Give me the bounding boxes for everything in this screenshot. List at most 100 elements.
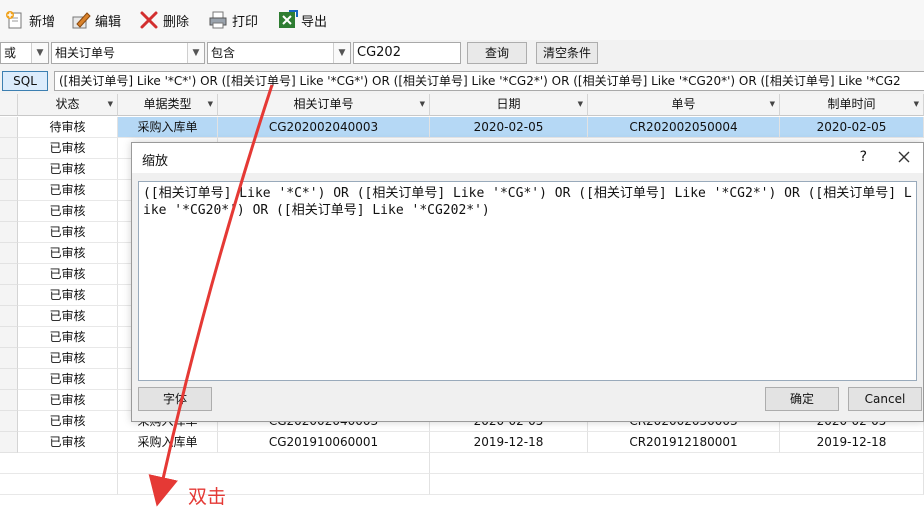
cell-doc-no[interactable]: CR201912180001 <box>588 432 780 453</box>
sort-arrow-icon: ▼ <box>107 100 113 108</box>
new-document-icon <box>6 11 22 29</box>
cell-type[interactable]: 采购入库单 <box>118 117 218 138</box>
search-input[interactable]: CG202 <box>353 42 461 64</box>
toolbar: 新增 编辑 删除 打印 导出 <box>0 0 924 41</box>
close-icon[interactable] <box>893 146 915 168</box>
cell-status[interactable]: 已审核 <box>18 369 118 390</box>
row-header[interactable] <box>0 117 18 138</box>
add-label: 新增 <box>29 14 56 30</box>
row-header[interactable] <box>0 369 18 390</box>
annotation-label: 双击 <box>188 486 227 508</box>
row-header[interactable] <box>0 432 18 453</box>
cell-status[interactable]: 已审核 <box>18 138 118 159</box>
row-header[interactable] <box>0 348 18 369</box>
chevron-down-icon[interactable]: ▼ <box>187 43 204 63</box>
export-button[interactable]: 导出 <box>276 8 327 32</box>
chevron-down-icon[interactable]: ▼ <box>333 43 350 63</box>
table-row[interactable]: 已审核 采购入库单 CG201910060001 2019-12-18 CR20… <box>0 432 924 453</box>
cell-created[interactable]: 2019-12-18 <box>780 432 924 453</box>
query-button[interactable]: 查询 <box>467 42 527 64</box>
column-header-type[interactable]: 单据类型 ▼ <box>118 94 218 116</box>
row-header[interactable] <box>0 285 18 306</box>
cell-status[interactable]: 待审核 <box>18 117 118 138</box>
operator-select[interactable]: 包含 ▼ <box>207 42 351 64</box>
zoom-text-area[interactable]: ([相关订单号] Like '*C*') OR ([相关订单号] Like '*… <box>138 181 917 381</box>
print-button[interactable]: 打印 <box>207 8 258 32</box>
delete-button[interactable]: 删除 <box>138 8 189 32</box>
chevron-down-icon[interactable]: ▼ <box>31 43 48 63</box>
cell-status[interactable]: 已审核 <box>18 432 118 453</box>
row-header[interactable] <box>0 138 18 159</box>
row-header[interactable] <box>0 264 18 285</box>
sort-arrow-icon: ▼ <box>419 100 425 108</box>
printer-icon <box>209 11 227 29</box>
cell-doc-no[interactable]: CR202002050004 <box>588 117 780 138</box>
help-button[interactable]: ? <box>860 149 867 165</box>
clear-conditions-button[interactable]: 清空条件 <box>536 42 598 64</box>
cell-status[interactable]: 已审核 <box>18 411 118 432</box>
print-label: 打印 <box>232 14 259 30</box>
cell-status[interactable]: 已审核 <box>18 222 118 243</box>
sql-button[interactable]: SQL <box>2 71 48 91</box>
column-header-order-no[interactable]: 相关订单号 ▼ <box>218 94 430 116</box>
cancel-button[interactable]: Cancel <box>848 387 922 411</box>
row-header[interactable] <box>0 411 18 432</box>
column-header-date[interactable]: 日期 ▼ <box>430 94 588 116</box>
sort-arrow-icon: ▼ <box>769 100 775 108</box>
empty-cell <box>0 453 118 474</box>
cell-status[interactable]: 已审核 <box>18 180 118 201</box>
cell-type[interactable]: 采购入库单 <box>118 432 218 453</box>
export-label: 导出 <box>301 14 328 30</box>
row-header[interactable] <box>0 243 18 264</box>
edit-pencil-icon <box>72 12 91 29</box>
empty-row <box>0 474 924 495</box>
empty-cell <box>430 474 924 495</box>
cell-status[interactable]: 已审核 <box>18 243 118 264</box>
row-header[interactable] <box>0 306 18 327</box>
edit-button[interactable]: 编辑 <box>70 8 121 32</box>
cell-order-no[interactable]: CG201910060001 <box>218 432 430 453</box>
cell-date[interactable]: 2019-12-18 <box>430 432 588 453</box>
dialog-title: 缩放 <box>142 154 169 169</box>
cell-order-no[interactable]: CG202002040003 <box>218 117 430 138</box>
empty-cell <box>118 453 430 474</box>
edit-label: 编辑 <box>95 14 122 30</box>
cell-status[interactable]: 已审核 <box>18 327 118 348</box>
row-header[interactable] <box>0 327 18 348</box>
cell-status[interactable]: 已审核 <box>18 285 118 306</box>
sql-text-field[interactable]: ([相关订单号] Like '*C*') OR ([相关订单号] Like '*… <box>54 71 924 91</box>
excel-export-icon <box>279 10 298 28</box>
delete-x-icon <box>140 11 158 29</box>
cell-status[interactable]: 已审核 <box>18 159 118 180</box>
field-select-value: 相关订单号 <box>55 46 116 60</box>
row-header[interactable] <box>0 201 18 222</box>
cell-status[interactable]: 已审核 <box>18 201 118 222</box>
field-select[interactable]: 相关订单号 ▼ <box>51 42 205 64</box>
cell-date[interactable]: 2020-02-05 <box>430 117 588 138</box>
filter-bar: 或 ▼ 相关订单号 ▼ 包含 ▼ CG202 查询 清空条件 <box>0 40 924 68</box>
column-header-status[interactable]: 状态 ▼ <box>18 94 118 116</box>
row-header[interactable] <box>0 180 18 201</box>
ok-button[interactable]: 确定 <box>765 387 839 411</box>
empty-row <box>0 453 924 474</box>
column-header-created[interactable]: 制单时间 ▼ <box>780 94 924 116</box>
row-header[interactable] <box>0 390 18 411</box>
sql-bar: SQL ([相关订单号] Like '*C*') OR ([相关订单号] Lik… <box>0 68 924 94</box>
delete-label: 删除 <box>163 14 190 30</box>
add-button[interactable]: 新增 <box>4 8 55 32</box>
row-header[interactable] <box>0 222 18 243</box>
table-row-selected[interactable]: 待审核 采购入库单 CG202002040003 2020-02-05 CR20… <box>0 117 924 138</box>
cell-status[interactable]: 已审核 <box>18 264 118 285</box>
empty-cell <box>430 453 924 474</box>
logic-select[interactable]: 或 ▼ <box>0 42 49 64</box>
cell-status[interactable]: 已审核 <box>18 390 118 411</box>
dialog-titlebar[interactable]: 缩放 ? <box>132 143 923 173</box>
cell-status[interactable]: 已审核 <box>18 348 118 369</box>
cell-created[interactable]: 2020-02-05 <box>780 117 924 138</box>
column-header-doc-no[interactable]: 单号 ▼ <box>588 94 780 116</box>
operator-select-value: 包含 <box>211 46 236 60</box>
row-header[interactable] <box>0 159 18 180</box>
cell-status[interactable]: 已审核 <box>18 306 118 327</box>
font-button[interactable]: 字体 <box>138 387 212 411</box>
empty-cell <box>118 474 430 495</box>
